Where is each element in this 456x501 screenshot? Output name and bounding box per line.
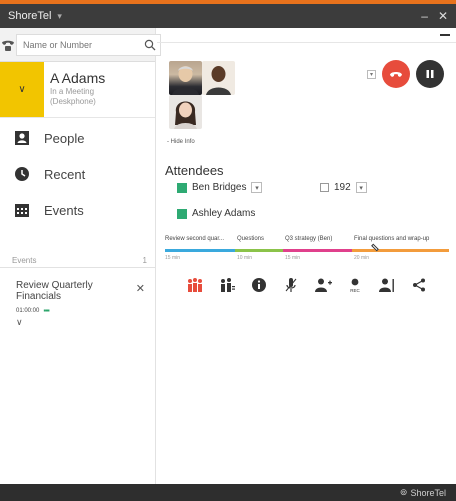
- divider: [157, 42, 456, 43]
- share-button[interactable]: [403, 275, 435, 295]
- info-icon: [252, 278, 266, 292]
- share-icon: [413, 278, 425, 292]
- app-title: ShoreTel: [8, 10, 52, 22]
- presence-status-selector[interactable]: ∨: [0, 62, 44, 117]
- close-button[interactable]: ✕: [438, 9, 448, 23]
- calendar-icon: [0, 202, 44, 218]
- sidebar-item-label: Recent: [44, 166, 86, 182]
- user-status: In a Meeting: [50, 87, 95, 96]
- chevron-down-icon: ∨: [18, 84, 26, 95]
- participants-icon: [188, 278, 202, 292]
- participants-icon: ▪▪▪: [43, 306, 49, 315]
- search-row: [0, 28, 161, 62]
- dial-extension[interactable]: 192 ▾: [320, 182, 367, 193]
- extension-dropdown[interactable]: ▾: [355, 182, 367, 193]
- attendee-options-dropdown[interactable]: ▾: [251, 182, 263, 193]
- agenda-segment: [352, 249, 449, 252]
- agenda-segment: [283, 249, 352, 252]
- add-participant-button[interactable]: [307, 275, 339, 295]
- shoretel-logo-icon: ⊚: [399, 487, 408, 497]
- chevron-down-icon[interactable]: ∨: [16, 317, 147, 328]
- brand-logo: ⊚ ShoreTel: [400, 487, 446, 498]
- agenda-item-duration: 20 min: [354, 255, 370, 261]
- call-options-dropdown[interactable]: ▾: [367, 69, 376, 79]
- search-icon[interactable]: [144, 38, 156, 56]
- mute-button[interactable]: [275, 275, 307, 295]
- presence-indicator: [177, 182, 187, 193]
- app-menu[interactable]: ShoreTel ▾: [8, 10, 62, 22]
- presence-indicator: [177, 208, 187, 219]
- transfer-person-icon: [379, 278, 394, 292]
- chevron-down-icon: ▾: [57, 10, 62, 21]
- title-bar: ShoreTel ▾ – ✕: [0, 4, 456, 28]
- attendee-name: Ben Bridges: [192, 182, 247, 193]
- person-card-icon: [0, 130, 44, 146]
- events-count: 1: [142, 256, 147, 265]
- transfer-button[interactable]: [371, 275, 403, 295]
- agenda-timeline: [165, 243, 449, 252]
- phone-icon[interactable]: [0, 37, 16, 53]
- microphone-icon: [285, 278, 297, 292]
- attendees-heading: Attendees: [165, 163, 224, 178]
- agenda-item-duration: 10 min: [237, 255, 253, 261]
- agenda-item-label: Final questions and wrap-up: [354, 236, 430, 242]
- add-person-icon: [315, 278, 332, 292]
- sidebar-item-events[interactable]: Events: [0, 192, 155, 228]
- attendee-name: Ashley Adams: [192, 208, 256, 219]
- sidebar-item-people[interactable]: People: [0, 120, 155, 156]
- participant-photo: [169, 95, 202, 129]
- sidebar: ∨ A Adams In a Meeting (Deskphone) Peopl…: [0, 28, 161, 484]
- agenda-segment: [165, 249, 235, 252]
- hide-info-toggle[interactable]: - Hide Info: [167, 139, 195, 145]
- user-status-device: (Deskphone): [50, 97, 96, 106]
- brand-name: ShoreTel: [410, 487, 446, 498]
- events-panel: Events 1 Review Quarterly Financials ✕ 0…: [0, 254, 155, 328]
- record-label: REC: [350, 288, 360, 293]
- user-name: A Adams: [50, 70, 106, 86]
- agenda-segment: [235, 249, 283, 252]
- close-icon[interactable]: ✕: [136, 282, 145, 295]
- meeting-agenda: Review second quar... Questions Q3 strat…: [165, 236, 449, 263]
- sidebar-item-recent[interactable]: Recent: [0, 156, 155, 192]
- sidebar-item-label: People: [44, 130, 85, 146]
- call-panel: - Hide Info ▾ Attendees Ben Bridges ▾ 19…: [157, 28, 456, 484]
- attendee-row[interactable]: Ben Bridges ▾: [177, 182, 263, 193]
- sidebar-item-label: Events: [44, 202, 84, 218]
- search-input[interactable]: [16, 33, 161, 56]
- event-title: Review Quarterly Financials: [16, 280, 93, 302]
- call-toolbar: REC: [179, 275, 435, 295]
- attendee-row[interactable]: Ashley Adams: [177, 208, 255, 219]
- agenda-item-label: Q3 strategy (Ben): [285, 236, 333, 242]
- agenda-item-label: Review second quar...: [165, 236, 225, 242]
- clock-icon: [0, 166, 44, 182]
- events-header-label: Events: [12, 256, 37, 265]
- participant-photo: [169, 61, 202, 95]
- participants-button[interactable]: [179, 275, 211, 295]
- agenda-item-duration: 15 min: [165, 255, 181, 261]
- participant-photo: [202, 61, 235, 95]
- events-header: Events 1: [0, 254, 155, 268]
- current-user[interactable]: ∨ A Adams In a Meeting (Deskphone): [0, 62, 155, 118]
- event-item[interactable]: Review Quarterly Financials ✕ 01:00:00 ▪…: [0, 268, 155, 328]
- collapse-panel-button[interactable]: [440, 34, 450, 36]
- agenda-item-label: Questions: [237, 236, 265, 242]
- record-icon: REC: [350, 278, 360, 293]
- agenda-item-duration: 15 min: [285, 255, 301, 261]
- minimize-button[interactable]: –: [421, 9, 428, 23]
- group-manage-button[interactable]: [211, 275, 243, 295]
- group-manage-icon: [221, 278, 235, 292]
- footer-bar: ⊚ ShoreTel: [0, 484, 456, 501]
- hang-up-button[interactable]: [382, 60, 410, 88]
- event-time: 01:00:00: [16, 307, 40, 314]
- extension-number: 192: [334, 182, 351, 193]
- hold-button[interactable]: [416, 60, 444, 88]
- extension-checkbox[interactable]: [320, 183, 329, 192]
- info-button[interactable]: [243, 275, 275, 295]
- record-button[interactable]: REC: [339, 275, 371, 295]
